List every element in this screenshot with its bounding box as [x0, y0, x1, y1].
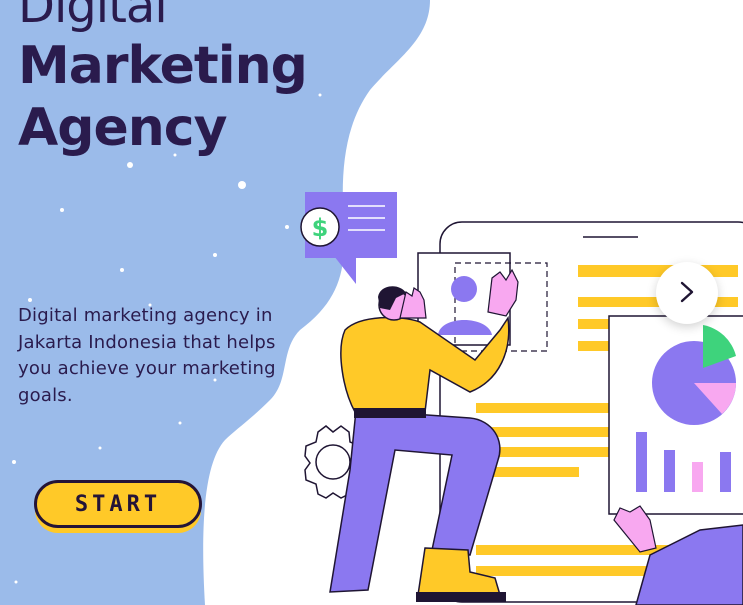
page-title-line-2: Marketing [18, 36, 308, 96]
chart-card [608, 315, 743, 515]
hero-description: Digital marketing agency in Jakarta Indo… [18, 305, 276, 406]
carousel-next-button[interactable] [656, 262, 718, 324]
dollar-bubble: $ [300, 192, 397, 284]
svg-text:$: $ [312, 214, 329, 242]
page-title-line-3: Agency [18, 98, 227, 158]
page-title-line-1: Digital [18, 0, 168, 34]
hero-section: $ Digital Marketing Agency Digital marke… [0, 0, 743, 605]
chevron-right-icon [678, 281, 696, 306]
start-button[interactable]: START [34, 480, 202, 528]
